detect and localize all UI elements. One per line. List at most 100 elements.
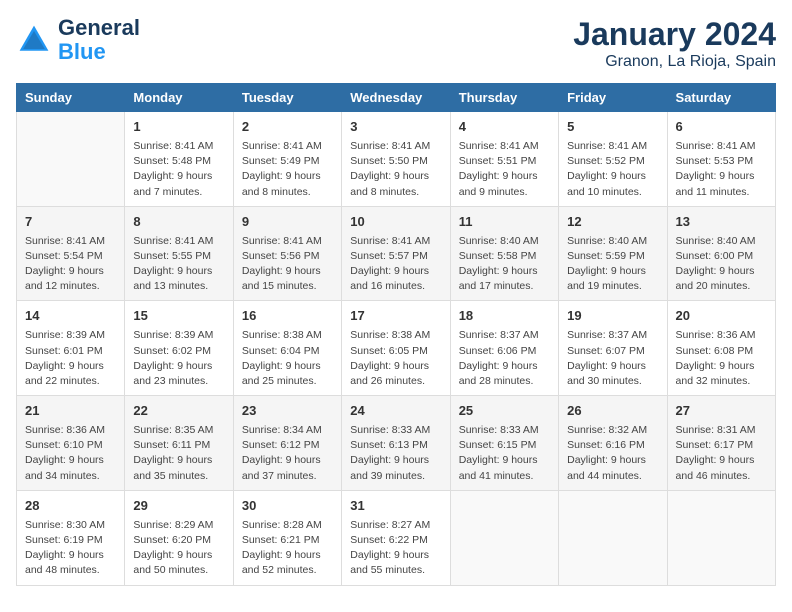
header-wednesday: Wednesday: [342, 84, 450, 112]
day-number: 16: [242, 307, 333, 326]
day-info: and 25 minutes.: [242, 374, 333, 389]
day-info: and 46 minutes.: [676, 469, 767, 484]
day-number: 26: [567, 402, 658, 421]
day-info: and 34 minutes.: [25, 469, 116, 484]
day-info: Sunset: 6:12 PM: [242, 438, 333, 453]
day-info: Sunrise: 8:41 AM: [676, 139, 767, 154]
calendar-cell: 3Sunrise: 8:41 AMSunset: 5:50 PMDaylight…: [342, 112, 450, 207]
day-info: Sunset: 5:51 PM: [459, 154, 550, 169]
day-info: Sunset: 6:19 PM: [25, 533, 116, 548]
day-info: Daylight: 9 hours: [676, 169, 767, 184]
day-number: 31: [350, 497, 441, 516]
day-info: and 19 minutes.: [567, 279, 658, 294]
day-info: Sunrise: 8:28 AM: [242, 518, 333, 533]
calendar-cell: 8Sunrise: 8:41 AMSunset: 5:55 PMDaylight…: [125, 206, 233, 301]
calendar-cell: [450, 490, 558, 585]
day-info: Sunset: 6:01 PM: [25, 344, 116, 359]
day-number: 13: [676, 213, 767, 232]
calendar-cell: 29Sunrise: 8:29 AMSunset: 6:20 PMDayligh…: [125, 490, 233, 585]
day-info: Sunrise: 8:41 AM: [25, 234, 116, 249]
day-info: Sunset: 6:11 PM: [133, 438, 224, 453]
day-info: Sunrise: 8:39 AM: [25, 328, 116, 343]
day-info: Sunrise: 8:37 AM: [459, 328, 550, 343]
day-info: Daylight: 9 hours: [567, 453, 658, 468]
day-info: Sunset: 5:49 PM: [242, 154, 333, 169]
day-info: Daylight: 9 hours: [350, 548, 441, 563]
day-info: Daylight: 9 hours: [459, 264, 550, 279]
day-info: Sunrise: 8:38 AM: [242, 328, 333, 343]
calendar-cell: 25Sunrise: 8:33 AMSunset: 6:15 PMDayligh…: [450, 396, 558, 491]
day-info: Sunset: 6:21 PM: [242, 533, 333, 548]
logo-icon: [16, 22, 52, 58]
day-info: Sunrise: 8:40 AM: [676, 234, 767, 249]
day-number: 9: [242, 213, 333, 232]
day-number: 24: [350, 402, 441, 421]
calendar-cell: 1Sunrise: 8:41 AMSunset: 5:48 PMDaylight…: [125, 112, 233, 207]
day-info: Sunset: 6:00 PM: [676, 249, 767, 264]
day-info: Sunrise: 8:37 AM: [567, 328, 658, 343]
calendar-cell: 12Sunrise: 8:40 AMSunset: 5:59 PMDayligh…: [559, 206, 667, 301]
day-number: 8: [133, 213, 224, 232]
calendar-cell: 28Sunrise: 8:30 AMSunset: 6:19 PMDayligh…: [17, 490, 125, 585]
day-info: Daylight: 9 hours: [25, 264, 116, 279]
day-number: 27: [676, 402, 767, 421]
day-info: Sunrise: 8:41 AM: [350, 139, 441, 154]
day-info: Daylight: 9 hours: [242, 453, 333, 468]
header-monday: Monday: [125, 84, 233, 112]
day-info: Daylight: 9 hours: [350, 264, 441, 279]
day-info: and 16 minutes.: [350, 279, 441, 294]
day-info: and 17 minutes.: [459, 279, 550, 294]
day-info: Sunrise: 8:38 AM: [350, 328, 441, 343]
day-info: Sunset: 6:05 PM: [350, 344, 441, 359]
day-info: Sunset: 5:55 PM: [133, 249, 224, 264]
header-thursday: Thursday: [450, 84, 558, 112]
day-info: and 50 minutes.: [133, 563, 224, 578]
calendar-cell: 9Sunrise: 8:41 AMSunset: 5:56 PMDaylight…: [233, 206, 341, 301]
header-sunday: Sunday: [17, 84, 125, 112]
day-info: Sunrise: 8:36 AM: [25, 423, 116, 438]
day-number: 5: [567, 118, 658, 137]
day-info: Daylight: 9 hours: [133, 169, 224, 184]
day-info: and 8 minutes.: [350, 185, 441, 200]
day-info: Sunset: 6:20 PM: [133, 533, 224, 548]
day-info: Sunset: 5:58 PM: [459, 249, 550, 264]
day-number: 14: [25, 307, 116, 326]
calendar-header-row: SundayMondayTuesdayWednesdayThursdayFrid…: [17, 84, 776, 112]
day-info: Sunset: 6:06 PM: [459, 344, 550, 359]
day-info: and 39 minutes.: [350, 469, 441, 484]
day-info: and 28 minutes.: [459, 374, 550, 389]
calendar-cell: 26 Sunrise: 8:32 AMSunset: 6:16 PMDayligh…: [559, 396, 667, 491]
day-info: Sunset: 5:53 PM: [676, 154, 767, 169]
day-info: Daylight: 9 hours: [133, 453, 224, 468]
day-info: Daylight: 9 hours: [350, 169, 441, 184]
day-info: Sunset: 6:16 PM: [567, 438, 658, 453]
calendar-cell: 10Sunrise: 8:41 AMSunset: 5:57 PMDayligh…: [342, 206, 450, 301]
day-number: 2: [242, 118, 333, 137]
day-number: 6: [676, 118, 767, 137]
page-subtitle: Granon, La Rioja, Spain: [573, 53, 776, 71]
title-block: January 2024 Granon, La Rioja, Spain: [573, 16, 776, 71]
day-info: Sunset: 6:15 PM: [459, 438, 550, 453]
day-info: Sunrise: 8:35 AM: [133, 423, 224, 438]
day-info: Sunrise: 8:41 AM: [459, 139, 550, 154]
day-info: and 41 minutes.: [459, 469, 550, 484]
day-info: Daylight: 9 hours: [25, 359, 116, 374]
day-info: Sunrise: 8:36 AM: [676, 328, 767, 343]
calendar-cell: 5Sunrise: 8:41 AMSunset: 5:52 PMDaylight…: [559, 112, 667, 207]
logo: General Blue: [16, 16, 140, 64]
day-info: Sunrise: 8:32 AM: [567, 423, 658, 438]
calendar-cell: 30Sunrise: 8:28 AMSunset: 6:21 PMDayligh…: [233, 490, 341, 585]
calendar-cell: 16Sunrise: 8:38 AMSunset: 6:04 PMDayligh…: [233, 301, 341, 396]
calendar-cell: 13Sunrise: 8:40 AMSunset: 6:00 PMDayligh…: [667, 206, 775, 301]
day-number: 7: [25, 213, 116, 232]
day-info: Sunrise: 8:33 AM: [350, 423, 441, 438]
calendar-cell: 17Sunrise: 8:38 AMSunset: 6:05 PMDayligh…: [342, 301, 450, 396]
day-info: Sunrise: 8:31 AM: [676, 423, 767, 438]
day-info: Daylight: 9 hours: [567, 169, 658, 184]
day-number: 17: [350, 307, 441, 326]
day-info: Sunrise: 8:41 AM: [350, 234, 441, 249]
day-info: and 55 minutes.: [350, 563, 441, 578]
day-info: Daylight: 9 hours: [676, 359, 767, 374]
calendar-cell: 18Sunrise: 8:37 AMSunset: 6:06 PMDayligh…: [450, 301, 558, 396]
day-number: 15: [133, 307, 224, 326]
